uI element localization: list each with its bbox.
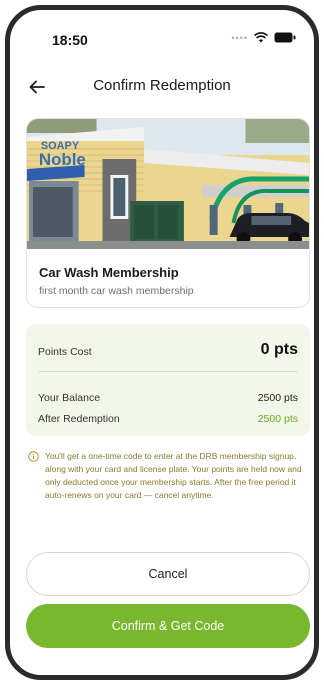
status-icons: ••••	[231, 32, 296, 43]
reward-title: Car Wash Membership	[39, 265, 179, 280]
reward-image: SOAPY Noble	[27, 119, 309, 249]
after-redemption-label: After Redemption	[38, 413, 120, 425]
balance-value: 2500 pts	[257, 392, 298, 404]
note-text: You'll get a one-time code to enter at t…	[45, 451, 302, 500]
balance-label: Your Balance	[38, 392, 101, 404]
status-bar: 18:50 ••••	[10, 10, 314, 70]
page-title: Confirm Redemption	[93, 77, 231, 94]
reward-card: SOAPY Noble Car Wash Membership first mo…	[26, 118, 310, 308]
membership-note: You'll get a one-time code to enter at t…	[28, 450, 308, 502]
status-time: 18:50	[52, 32, 88, 48]
signal-dots-icon: ••••	[231, 32, 248, 43]
points-summary: Points Cost 0 pts Your Balance 2500 pts …	[26, 324, 310, 436]
info-icon	[28, 451, 39, 462]
reward-description: first month car wash membership	[39, 285, 194, 297]
cancel-button[interactable]: Cancel	[26, 552, 310, 596]
phone-frame: 18:50 •••• Confirm Redemption SOAPY Nobl…	[5, 5, 319, 680]
points-cost-value: 0 pts	[260, 341, 298, 358]
header: Confirm Redemption	[10, 72, 314, 102]
wifi-icon	[254, 32, 268, 43]
after-redemption-value: 2500 pts	[257, 413, 298, 425]
battery-icon	[274, 32, 296, 43]
confirm-get-code-button[interactable]: Confirm & Get Code	[26, 604, 310, 648]
points-cost-label: Points Cost	[38, 346, 92, 358]
summary-divider	[38, 371, 298, 372]
